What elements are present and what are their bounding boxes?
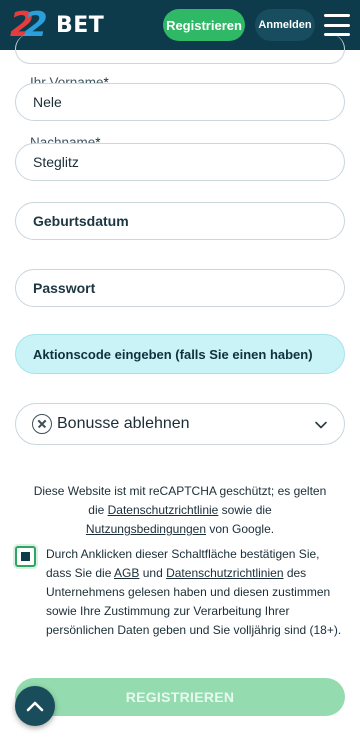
hamburger-menu-icon[interactable] bbox=[324, 14, 350, 36]
google-privacy-link[interactable]: Datenschutzrichtlinie bbox=[108, 503, 219, 517]
agb-link[interactable]: AGB bbox=[114, 566, 139, 580]
bonus-select[interactable]: Bonusse ablehnen bbox=[15, 403, 345, 445]
close-circle-icon bbox=[32, 414, 52, 434]
google-terms-link[interactable]: Nutzungsbedingungen bbox=[86, 522, 206, 536]
bonus-select-value: Bonusse ablehnen bbox=[57, 415, 190, 432]
chevron-down-icon bbox=[315, 421, 327, 429]
email-field[interactable] bbox=[15, 34, 345, 64]
consent-checkbox[interactable] bbox=[15, 546, 36, 567]
register-submit-button[interactable]: REGISTRIEREN bbox=[15, 678, 345, 716]
last-name-input[interactable]: Steglitz bbox=[15, 143, 345, 181]
birthdate-input[interactable]: Geburtsdatum bbox=[15, 202, 345, 240]
first-name-input[interactable]: Nele bbox=[15, 83, 345, 121]
scroll-to-top-button[interactable] bbox=[15, 686, 55, 726]
password-input[interactable]: Passwort bbox=[15, 269, 345, 307]
privacy-policy-link[interactable]: Datenschutzrichtlinien bbox=[166, 566, 283, 580]
consent-text: Durch Anklicken dieser Schaltfläche best… bbox=[46, 547, 342, 637]
recaptcha-notice: Diese Website ist mit reCAPTCHA geschütz… bbox=[33, 484, 327, 536]
promo-code-input[interactable]: Aktionscode eingeben (falls Sie einen ha… bbox=[15, 334, 345, 374]
chevron-up-icon bbox=[26, 701, 44, 712]
checkbox-checked-mark bbox=[21, 552, 30, 561]
